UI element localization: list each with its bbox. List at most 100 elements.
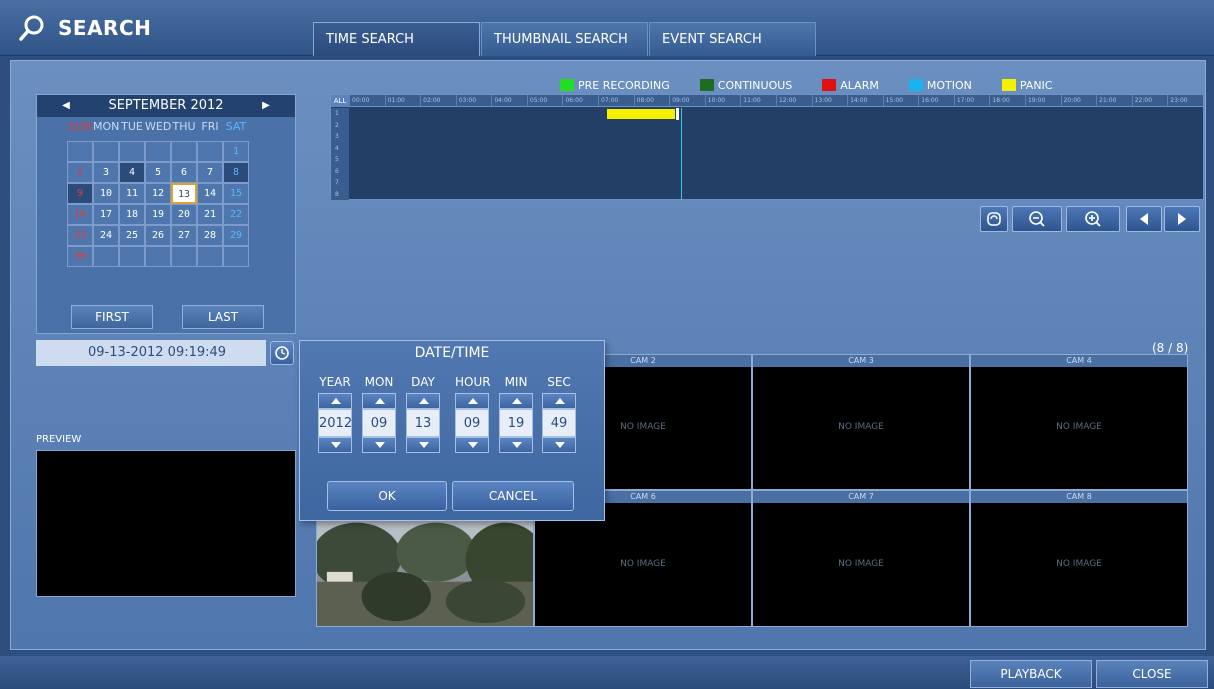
- timeline-hour-label[interactable]: 23:00: [1167, 95, 1203, 106]
- increment-button[interactable]: [318, 393, 352, 409]
- datetime-picker-button[interactable]: [270, 341, 294, 365]
- timeline-hour-label[interactable]: 01:00: [384, 95, 421, 106]
- calendar-day[interactable]: 4: [119, 162, 145, 183]
- tab-thumbnail-search[interactable]: THUMBNAIL SEARCH: [481, 22, 648, 56]
- increment-button[interactable]: [499, 393, 533, 409]
- calendar-day[interactable]: 6: [171, 162, 197, 183]
- datetime-field-mon: MON 09: [362, 375, 396, 453]
- camera-tile-7[interactable]: CAM 7 NO IMAGE: [752, 490, 970, 627]
- decrement-button[interactable]: [362, 437, 396, 453]
- tab-time-search[interactable]: TIME SEARCH: [313, 22, 480, 56]
- timeline-hour-label[interactable]: 10:00: [704, 95, 741, 106]
- timeline-prev-button[interactable]: [1126, 206, 1162, 232]
- calendar-day[interactable]: 10: [93, 183, 119, 204]
- timeline-hour-label[interactable]: 03:00: [455, 95, 492, 106]
- decrement-button[interactable]: [318, 437, 352, 453]
- calendar-day[interactable]: 30: [67, 246, 93, 267]
- field-value[interactable]: 09: [455, 409, 489, 437]
- cancel-button[interactable]: CANCEL: [452, 481, 574, 511]
- timeline-hour-label[interactable]: 12:00: [775, 95, 812, 106]
- ok-button[interactable]: OK: [327, 481, 447, 511]
- timeline-hour-label[interactable]: 06:00: [562, 95, 598, 106]
- field-value[interactable]: 13: [406, 409, 440, 437]
- camera-tile-4[interactable]: CAM 4 NO IMAGE: [970, 354, 1188, 490]
- next-month-button[interactable]: ▶: [255, 95, 277, 117]
- increment-button[interactable]: [406, 393, 440, 409]
- calendar-day[interactable]: 24: [93, 225, 119, 246]
- calendar-day[interactable]: 5: [145, 162, 171, 183]
- camera-tile-3[interactable]: CAM 3 NO IMAGE: [752, 354, 970, 490]
- timeline-hour-label[interactable]: 05:00: [526, 95, 563, 106]
- timeline-hour-label[interactable]: 04:00: [491, 95, 527, 106]
- calendar-day[interactable]: 3: [93, 162, 119, 183]
- calendar-day[interactable]: 28: [197, 225, 223, 246]
- calendar-day[interactable]: 2: [67, 162, 93, 183]
- arrow-up-icon: [331, 398, 341, 404]
- increment-button[interactable]: [362, 393, 396, 409]
- field-value[interactable]: 09: [362, 409, 396, 437]
- playback-button[interactable]: PLAYBACK: [970, 660, 1092, 688]
- last-button[interactable]: LAST: [182, 305, 264, 329]
- calendar-day[interactable]: 16: [67, 204, 93, 225]
- weekday-fri: FRI: [201, 120, 219, 133]
- first-button[interactable]: FIRST: [71, 305, 153, 329]
- timeline-hour-label[interactable]: 14:00: [847, 95, 883, 106]
- prev-month-button[interactable]: ◀: [55, 95, 77, 117]
- timeline-hour-label[interactable]: 00:00: [349, 95, 385, 106]
- datetime-field-year: YEAR 2012: [318, 375, 352, 453]
- timeline-hour-label[interactable]: 20:00: [1060, 95, 1097, 106]
- timeline-hour-label[interactable]: 11:00: [740, 95, 776, 106]
- calendar-day[interactable]: 11: [119, 183, 145, 204]
- field-value[interactable]: 19: [499, 409, 533, 437]
- calendar-day[interactable]: 25: [119, 225, 145, 246]
- calendar-day[interactable]: 20: [171, 204, 197, 225]
- refresh-button[interactable]: [980, 206, 1008, 232]
- timeline-hour-label[interactable]: 08:00: [633, 95, 670, 106]
- tab-event-search[interactable]: EVENT SEARCH: [649, 22, 816, 56]
- calendar-day[interactable]: 22: [223, 204, 249, 225]
- timeline[interactable]: ALL 00:00 01:00 02:00 03:00 04:00 05:00 06:00 0…: [330, 94, 1204, 200]
- timeline-hour-label[interactable]: 17:00: [953, 95, 990, 106]
- calendar-day[interactable]: 9: [67, 183, 93, 204]
- decrement-button[interactable]: [406, 437, 440, 453]
- timeline-hour-label[interactable]: 18:00: [989, 95, 1025, 106]
- timeline-hour-label[interactable]: 02:00: [420, 95, 456, 106]
- increment-button[interactable]: [455, 393, 489, 409]
- calendar-day[interactable]: 8: [223, 162, 249, 183]
- timeline-hour-label[interactable]: 07:00: [598, 95, 634, 106]
- timeline-hour-label[interactable]: 19:00: [1024, 95, 1061, 106]
- calendar-day[interactable]: 29: [223, 225, 249, 246]
- calendar-day[interactable]: 26: [145, 225, 171, 246]
- decrement-button[interactable]: [455, 437, 489, 453]
- timeline-hour-label[interactable]: 16:00: [918, 95, 954, 106]
- calendar-day[interactable]: 14: [197, 183, 223, 204]
- zoom-in-button[interactable]: [1066, 206, 1120, 232]
- timeline-hour-label[interactable]: 09:00: [669, 95, 705, 106]
- calendar-day[interactable]: 27: [171, 225, 197, 246]
- timeline-all-button[interactable]: ALL: [331, 95, 349, 107]
- calendar-day[interactable]: 21: [197, 204, 223, 225]
- calendar-day[interactable]: 19: [145, 204, 171, 225]
- field-value[interactable]: 49: [542, 409, 576, 437]
- calendar-day[interactable]: 15: [223, 183, 249, 204]
- calendar-day[interactable]: 12: [145, 183, 171, 204]
- calendar-day[interactable]: 18: [119, 204, 145, 225]
- timeline-cursor-handle[interactable]: [676, 108, 679, 120]
- timeline-hour-label[interactable]: 13:00: [811, 95, 848, 106]
- calendar-day[interactable]: 7: [197, 162, 223, 183]
- calendar-day[interactable]: 23: [67, 225, 93, 246]
- camera-tile-8[interactable]: CAM 8 NO IMAGE: [970, 490, 1188, 627]
- timeline-hour-label[interactable]: 15:00: [882, 95, 919, 106]
- zoom-out-button[interactable]: [1012, 206, 1062, 232]
- calendar-day[interactable]: 13: [171, 183, 197, 204]
- close-button[interactable]: CLOSE: [1096, 660, 1208, 688]
- calendar-day[interactable]: 17: [93, 204, 119, 225]
- field-value[interactable]: 2012: [318, 409, 352, 437]
- decrement-button[interactable]: [542, 437, 576, 453]
- timeline-next-button[interactable]: [1164, 206, 1200, 232]
- decrement-button[interactable]: [499, 437, 533, 453]
- calendar-day[interactable]: 1: [223, 141, 249, 162]
- increment-button[interactable]: [542, 393, 576, 409]
- timeline-hour-label[interactable]: 22:00: [1131, 95, 1168, 106]
- timeline-hour-label[interactable]: 21:00: [1096, 95, 1132, 106]
